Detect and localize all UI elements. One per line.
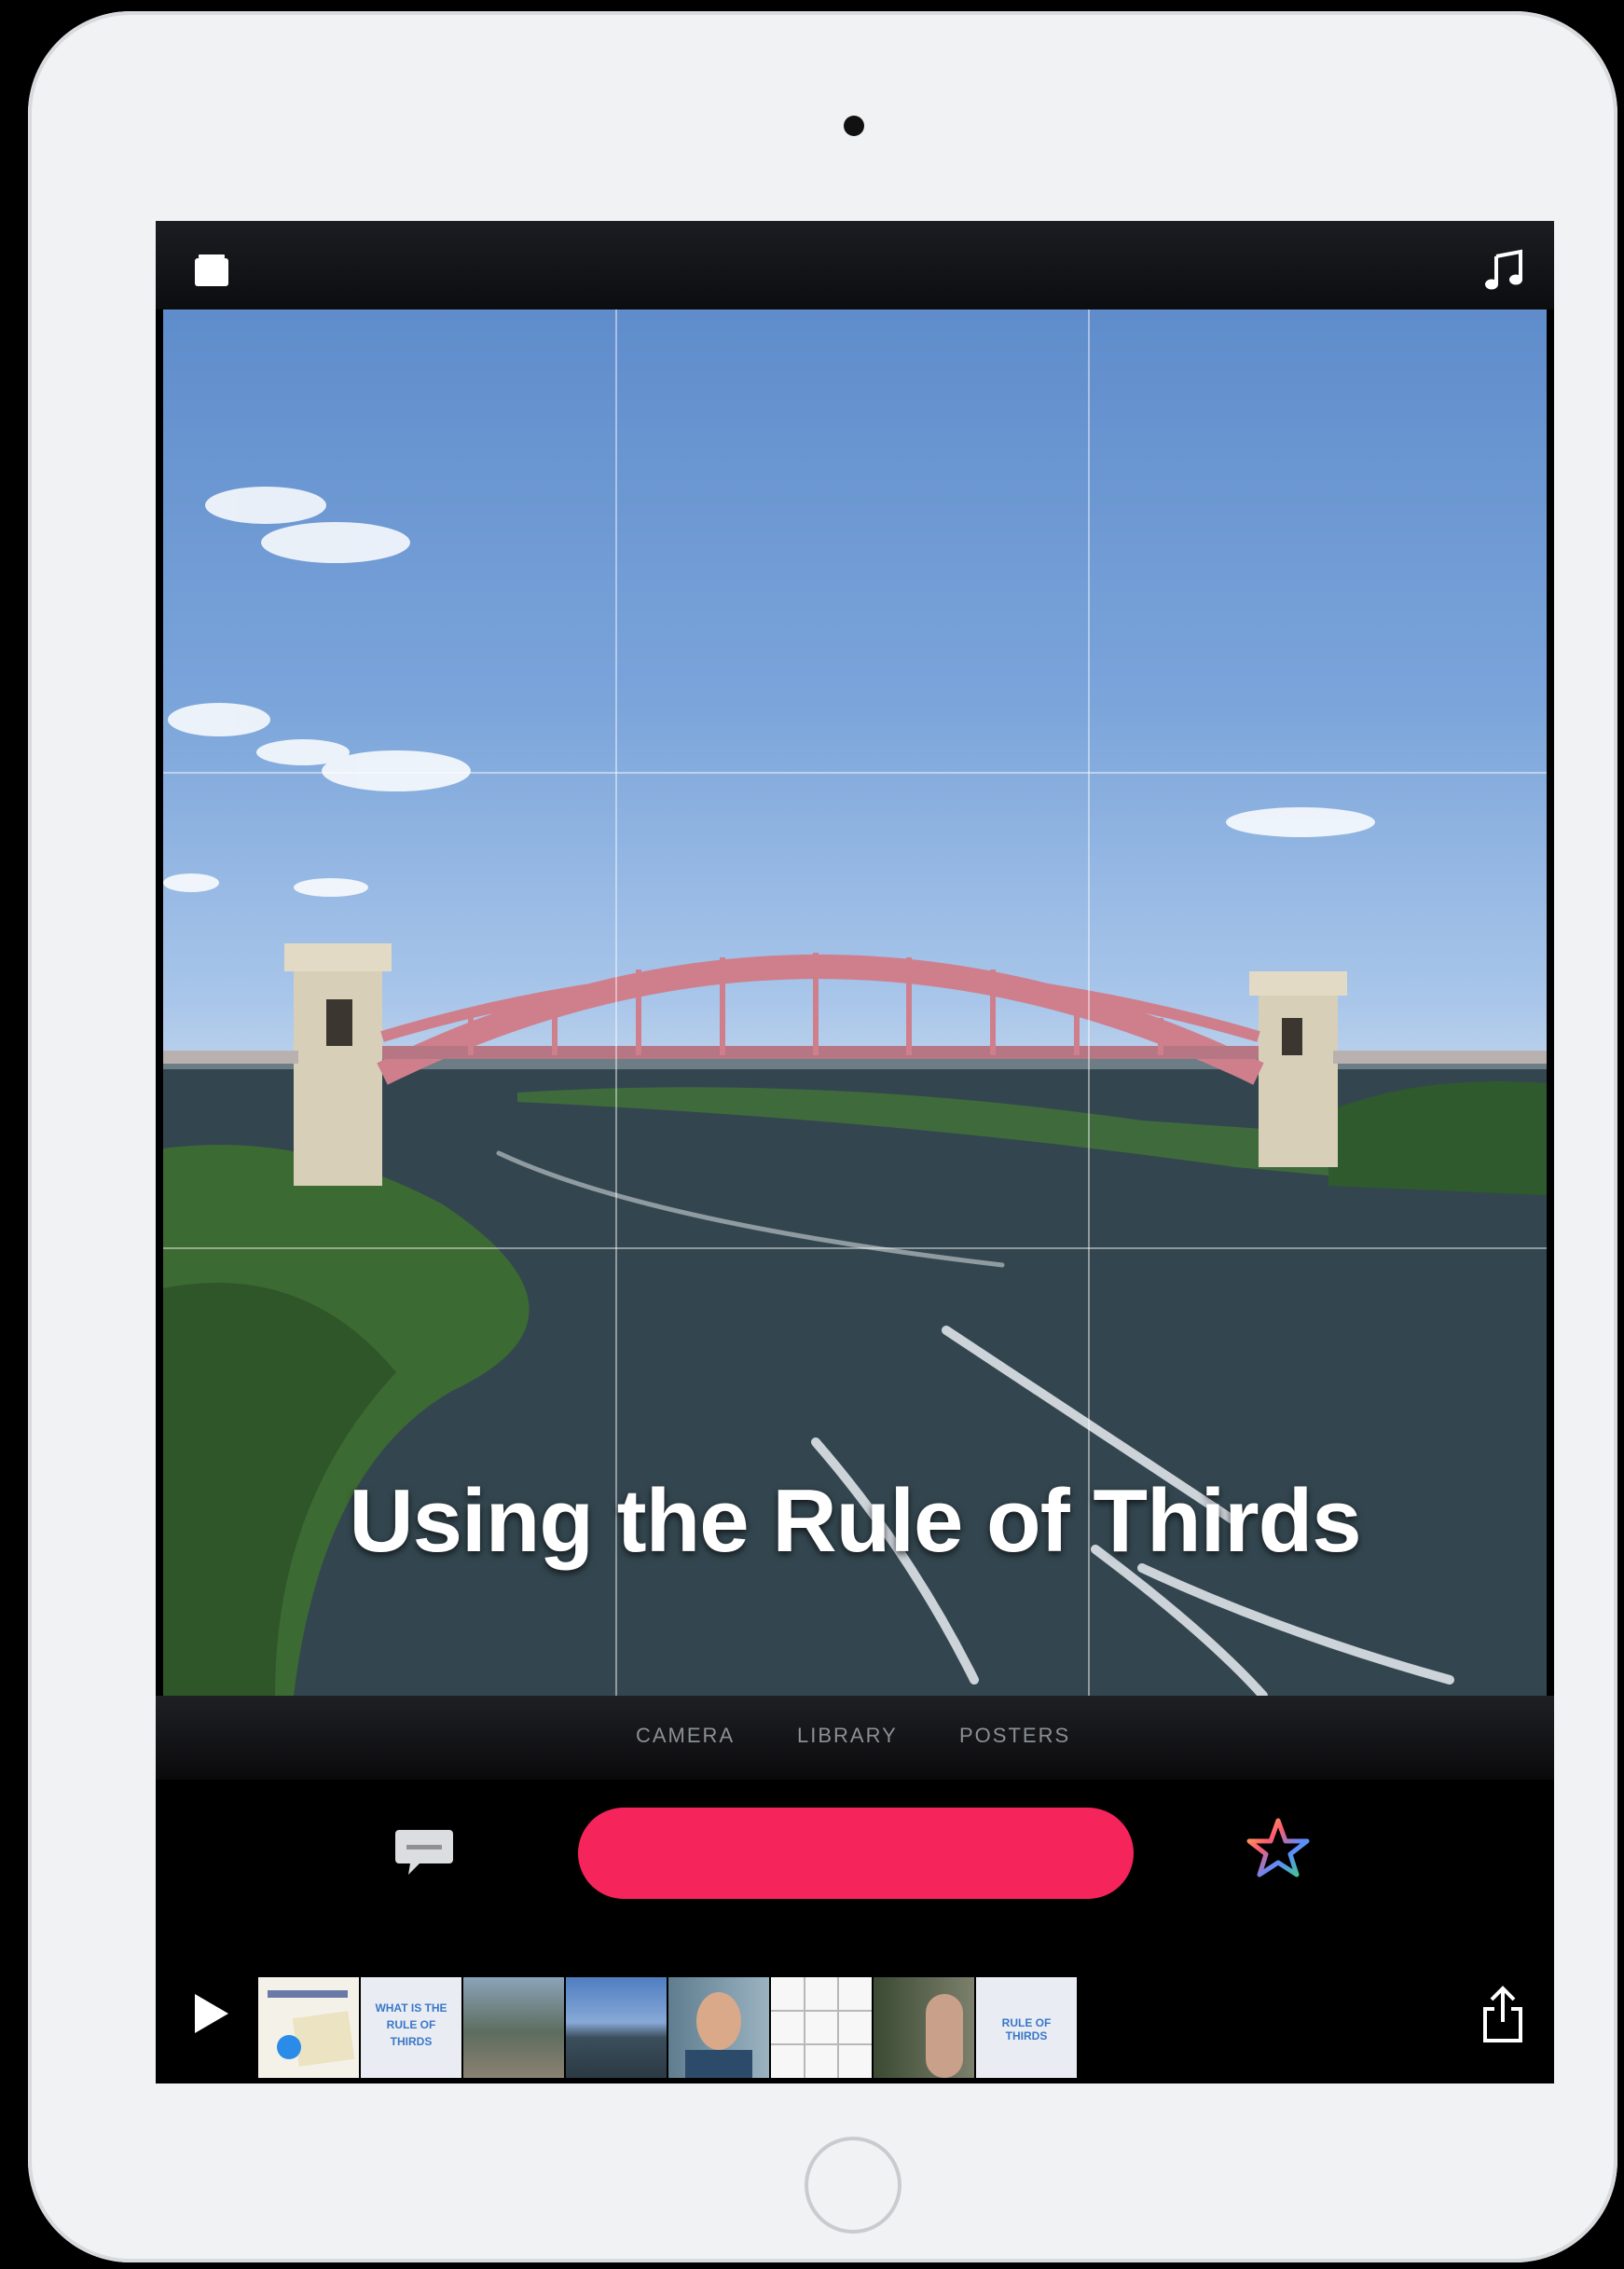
clip-thumbnail[interactable]: WHAT IS THE RULE OF THIRDS [361, 1977, 461, 2078]
clip-thumbnail[interactable] [874, 1977, 974, 2078]
clip-text: RULE OF THIRDS [1001, 2016, 1052, 2042]
app-screen: Using the Rule of Thirds CAMERA LIBRARY … [156, 221, 1554, 2083]
clip-timeline: WHAT IS THE RULE OF THIRDS RULE OF THIRD… [156, 1947, 1554, 2083]
share-icon[interactable] [1479, 1985, 1526, 2044]
clip-thumbnail[interactable]: RULE OF THIRDS [976, 1977, 1077, 2078]
tab-posters[interactable]: POSTERS [959, 1724, 1070, 1748]
home-button[interactable] [805, 2137, 901, 2234]
tab-camera[interactable]: CAMERA [636, 1724, 735, 1748]
speech-bubble-icon[interactable] [393, 1826, 455, 1880]
clip-thumbnail[interactable] [668, 1977, 769, 2078]
clip-thumbnail[interactable] [258, 1977, 359, 2078]
grid-line-horizontal-2 [163, 1247, 1547, 1249]
front-camera [844, 116, 864, 136]
clip-thumbnail[interactable] [463, 1977, 564, 2078]
clip-text: WHAT IS THE RULE OF THIRDS [375, 2001, 447, 2048]
camera-viewfinder[interactable]: Using the Rule of Thirds [163, 309, 1547, 1696]
capture-controls [156, 1780, 1554, 1947]
projects-icon[interactable] [193, 254, 230, 288]
music-note-icon[interactable] [1483, 249, 1526, 292]
mode-tab-bar: CAMERA LIBRARY POSTERS [156, 1696, 1554, 1780]
live-title-caption[interactable]: Using the Rule of Thirds [163, 1470, 1547, 1573]
record-button[interactable] [578, 1808, 1134, 1899]
ipad-device: Using the Rule of Thirds CAMERA LIBRARY … [28, 11, 1617, 2262]
clip-thumbnail[interactable] [566, 1977, 667, 2078]
clip-thumbnail[interactable] [771, 1977, 872, 2078]
star-icon[interactable] [1245, 1815, 1312, 1882]
play-icon[interactable] [191, 1990, 232, 2037]
top-bar [156, 221, 1554, 309]
tab-library[interactable]: LIBRARY [797, 1724, 898, 1748]
grid-line-horizontal-1 [163, 772, 1547, 774]
